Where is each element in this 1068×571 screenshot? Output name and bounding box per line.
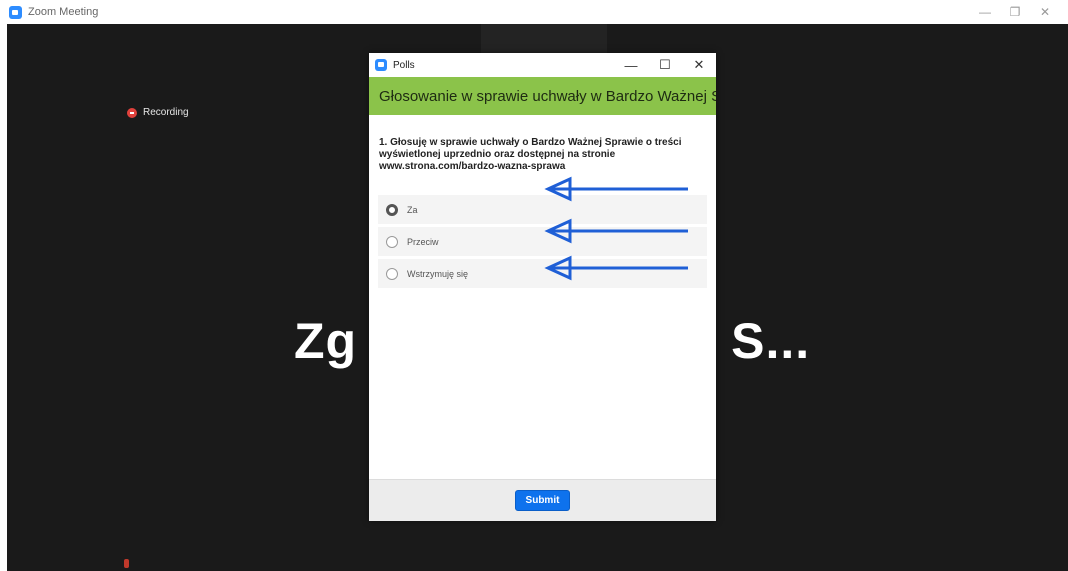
polls-title-bar: Polls — ☐ ✕ (369, 53, 716, 77)
recording-icon (127, 107, 137, 118)
poll-footer: Submit (369, 479, 716, 521)
polls-title: Polls (393, 59, 415, 71)
close-button[interactable]: ✕ (1030, 5, 1060, 19)
polls-minimize-button[interactable]: — (614, 58, 648, 73)
restore-button[interactable]: ❐ (1000, 5, 1030, 19)
radio-button[interactable] (386, 203, 398, 216)
zoom-logo-icon (375, 59, 387, 71)
radio-button[interactable] (386, 235, 398, 248)
polls-close-button[interactable]: ✕ (682, 57, 716, 73)
minimize-button[interactable]: — (970, 5, 1000, 19)
option-label: Za (407, 204, 418, 215)
option-label: Przeciw (407, 236, 439, 247)
polls-maximize-button[interactable]: ☐ (648, 57, 682, 73)
window-controls: — ❐ ✕ (970, 0, 1060, 24)
app-title: Zoom Meeting (28, 6, 99, 18)
poll-header: Głosowanie w sprawie uchwały w Bardzo Wa… (369, 77, 716, 115)
zoom-logo-icon (9, 5, 22, 19)
poll-option-przeciw[interactable]: Przeciw (378, 227, 707, 256)
recording-label: Recording (143, 107, 189, 118)
app-title-bar: Zoom Meeting — ❐ ✕ (0, 0, 1068, 24)
option-label: Wstrzymuję się (407, 268, 469, 279)
poll-option-za[interactable]: Za (378, 195, 707, 224)
polls-window: Polls — ☐ ✕ Głosowanie w sprawie uchwały… (369, 53, 716, 521)
shared-title-left: Zg (294, 313, 358, 369)
polls-window-controls: — ☐ ✕ (614, 53, 716, 77)
radio-button[interactable] (386, 267, 398, 280)
poll-body: 1. Głosuję w sprawie uchwały o Bardzo Wa… (369, 115, 716, 480)
poll-question: 1. Głosuję w sprawie uchwały o Bardzo Wa… (379, 137, 682, 172)
recording-indicator[interactable]: Recording (127, 107, 189, 118)
muted-mic-icon (124, 559, 129, 568)
shared-title-right: S... (731, 313, 811, 369)
submit-button[interactable]: Submit (514, 490, 571, 511)
poll-option-wstrzymuje[interactable]: Wstrzymuję się (378, 259, 707, 288)
